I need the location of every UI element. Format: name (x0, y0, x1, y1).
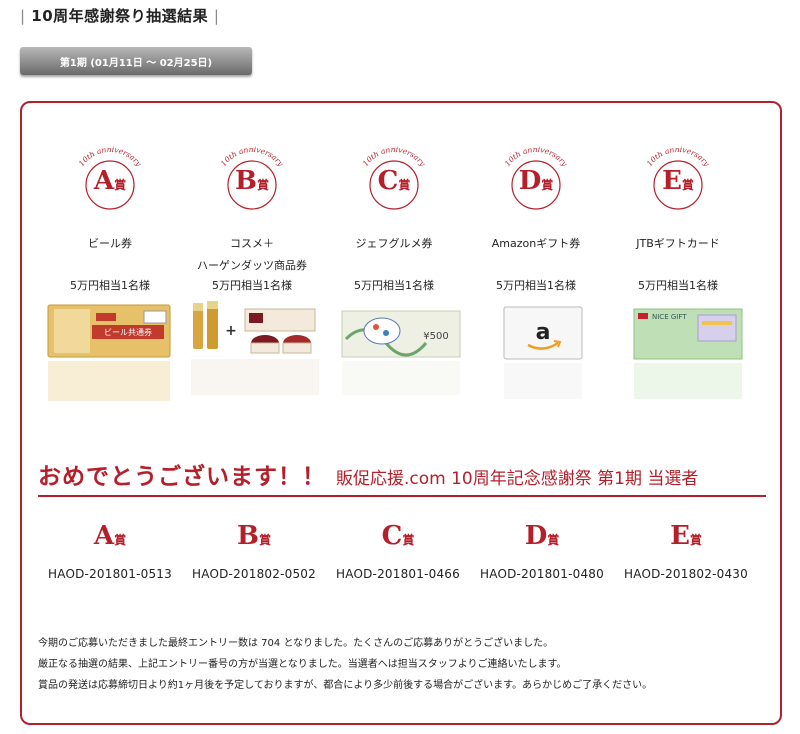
svg-text:NICE GIFT: NICE GIFT (652, 313, 687, 321)
svg-text:10th anniversary: 10th anniversary (361, 145, 428, 169)
beer-ticket-image: ビール共通券 (44, 299, 174, 409)
winner-c: C賞 HAOD-201801-0466 (318, 521, 478, 581)
winner-grade: C賞 (381, 521, 415, 551)
medal-d: 10th anniversary D賞 (491, 139, 581, 229)
winner-code: HAOD-201802-0502 (192, 567, 316, 581)
medal-a: 10th anniversary A賞 (65, 139, 155, 229)
winner-list: A賞 HAOD-201801-0513 B賞 HAOD-201802-0502 … (22, 521, 780, 601)
winner-code: HAOD-201802-0430 (624, 567, 748, 581)
winner-grade: E賞 (670, 521, 702, 551)
prize-name: Amazonギフト券 (491, 237, 581, 250)
winner-a: A賞 HAOD-201801-0513 (30, 521, 190, 581)
period-tab-label: 第1期 (01月11日 〜 02月25日) (59, 57, 213, 69)
medal-e: 10th anniversary E賞 (633, 139, 723, 229)
congratulations-headline: おめでとうございます！！ 販促応援.com 10周年記念感謝祭 第1期 当選者 (38, 457, 766, 497)
prize-value: 5万円相当1名様 (496, 279, 576, 292)
winner-code: HAOD-201801-0466 (336, 567, 460, 581)
jtb-gift-card-image: NICE GIFT (628, 299, 748, 409)
svg-text:a: a (536, 320, 551, 345)
headline-sub: 販促応援.com 10周年記念感謝祭 第1期 当選者 (336, 469, 699, 489)
winner-e: E賞 HAOD-201802-0430 (606, 521, 766, 581)
svg-text:10th anniversary: 10th anniversary (503, 145, 570, 169)
prize-value: 5万円相当1名様 (638, 279, 718, 292)
prize-name: ジェフグルメ券 (355, 237, 433, 250)
winner-grade: D賞 (524, 521, 560, 551)
prize-c: 10th anniversary C賞 ジェフグルメ券 5万円相当1名様 (324, 139, 464, 293)
winner-grade: A賞 (93, 521, 127, 551)
winner-code: HAOD-201801-0513 (48, 567, 172, 581)
prize-name: JTBギフトカード (636, 237, 720, 250)
prize-name: コスメ＋ ハーゲンダッツ商品券 (197, 237, 307, 272)
results-panel: 10th anniversary A賞 ビール券 5万円相当1名様 10th a… (20, 101, 782, 725)
winner-code: HAOD-201801-0480 (480, 567, 604, 581)
svg-text:ビール共通券: ビール共通券 (104, 327, 152, 337)
svg-text:10th anniversary: 10th anniversary (77, 145, 144, 169)
medal-b: 10th anniversary B賞 (207, 139, 297, 229)
winner-d: D賞 HAOD-201801-0480 (462, 521, 622, 581)
prize-a: 10th anniversary A賞 ビール券 5万円相当1名様 (40, 139, 180, 293)
prize-b: 10th anniversary B賞 コスメ＋ ハーゲンダッツ商品券 5万円相当… (182, 139, 322, 293)
period-tab[interactable]: 第1期 (01月11日 〜 02月25日) (20, 47, 252, 75)
amazon-gift-card-image: a (498, 299, 588, 409)
prize-value: 5万円相当1名様 (70, 279, 150, 292)
medal-c: 10th anniversary C賞 (349, 139, 439, 229)
note-line: 厳正なる抽選の結果、上記エントリー番号の方が当選となりました。当選者へは担当スタ… (38, 659, 567, 670)
note-line: 賞品の発送は応募締切日より約1ヶ月後を予定しておりますが、都合により多少前後する… (38, 680, 653, 691)
prize-d: 10th anniversary D賞 Amazonギフト券 5万円相当1名様 (466, 139, 606, 293)
svg-text:10th anniversary: 10th anniversary (219, 145, 286, 169)
winner-b: B賞 HAOD-201802-0502 (174, 521, 334, 581)
prize-name: ビール券 (88, 237, 132, 250)
svg-text:10th anniversary: 10th anniversary (645, 145, 712, 169)
prize-e: 10th anniversary E賞 JTBギフトカード 5万円相当1名様 (608, 139, 748, 293)
prize-value: 5万円相当1名様 (354, 279, 434, 292)
winner-grade: B賞 (237, 521, 271, 551)
page-title: | 10周年感謝祭り抽選結果 | (20, 7, 220, 25)
gourmet-ticket-image: ¥500 (336, 299, 466, 409)
prize-value: 5万円相当1名様 (212, 279, 292, 292)
cosmetics-icecream-image: + (187, 299, 327, 409)
prize-list: 10th anniversary A賞 ビール券 5万円相当1名様 10th a… (22, 139, 780, 419)
notes: 今期のご応募いただきました最終エントリー数は 704 となりました。たくさんのご… (38, 633, 768, 696)
svg-text:¥500: ¥500 (423, 331, 448, 342)
headline-main: おめでとうございます！！ (38, 464, 326, 490)
svg-text:+: + (225, 323, 237, 339)
note-line: 今期のご応募いただきました最終エントリー数は 704 となりました。たくさんのご… (38, 638, 554, 649)
